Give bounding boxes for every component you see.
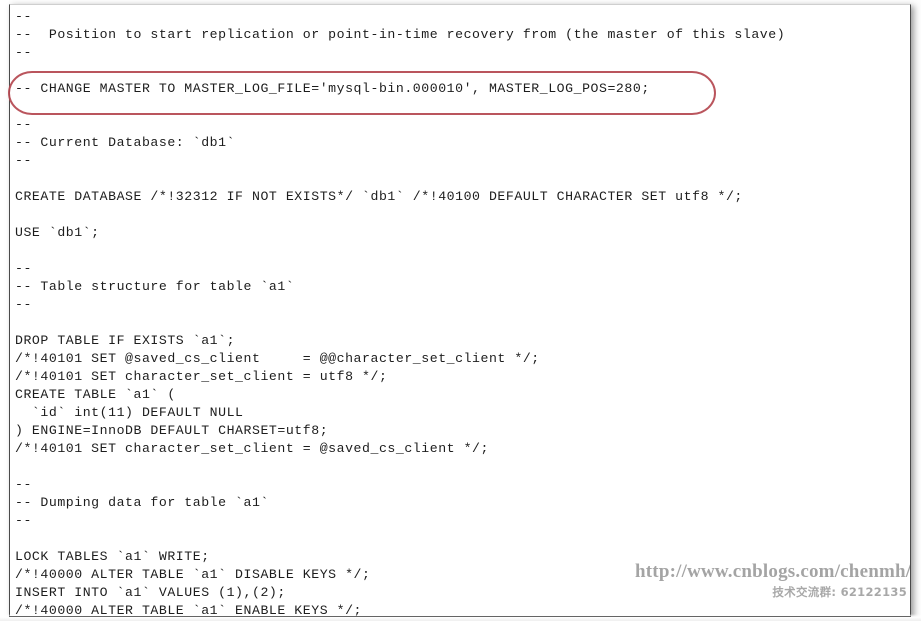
code-line: /*!40101 SET character_set_client = @sav… bbox=[15, 441, 489, 456]
code-line: -- bbox=[15, 45, 32, 60]
code-line: CREATE DATABASE /*!32312 IF NOT EXISTS*/… bbox=[15, 189, 743, 204]
code-line: /*!40101 SET @saved_cs_client = @@charac… bbox=[15, 351, 540, 366]
page-bottom-border bbox=[9, 616, 911, 617]
code-line: -- bbox=[15, 9, 32, 24]
screenshot-canvas: -- -- Position to start replication or po… bbox=[0, 0, 921, 621]
code-line-change-master: -- CHANGE MASTER TO MASTER_LOG_FILE='mys… bbox=[15, 81, 650, 96]
code-line: INSERT INTO `a1` VALUES (1),(2); bbox=[15, 585, 286, 600]
code-line: /*!40101 SET character_set_client = utf8… bbox=[15, 369, 388, 384]
code-line: USE `db1`; bbox=[15, 225, 100, 240]
code-line: -- Current Database: `db1` bbox=[15, 135, 236, 150]
code-line: -- bbox=[15, 297, 32, 312]
code-line: ) ENGINE=InnoDB DEFAULT CHARSET=utf8; bbox=[15, 423, 329, 438]
code-line: DROP TABLE IF EXISTS `a1`; bbox=[15, 333, 236, 348]
code-line: -- bbox=[15, 477, 32, 492]
code-line: LOCK TABLES `a1` WRITE; bbox=[15, 549, 210, 564]
page-left-gutter bbox=[0, 0, 9, 621]
code-line: -- bbox=[15, 261, 32, 276]
code-line: -- bbox=[15, 513, 32, 528]
code-line: CREATE TABLE `a1` ( bbox=[15, 387, 176, 402]
code-line: `id` int(11) DEFAULT NULL bbox=[15, 405, 244, 420]
code-line: -- Position to start replication or poin… bbox=[15, 27, 786, 42]
sql-dump-text-pane[interactable]: -- -- Position to start replication or po… bbox=[9, 4, 911, 617]
sql-code-listing[interactable]: -- -- Position to start replication or po… bbox=[15, 8, 905, 617]
code-line: /*!40000 ALTER TABLE `a1` DISABLE KEYS *… bbox=[15, 567, 371, 582]
code-line: -- Table structure for table `a1` bbox=[15, 279, 295, 294]
code-line: -- bbox=[15, 117, 32, 132]
code-line: -- bbox=[15, 153, 32, 168]
code-line: -- Dumping data for table `a1` bbox=[15, 495, 269, 510]
